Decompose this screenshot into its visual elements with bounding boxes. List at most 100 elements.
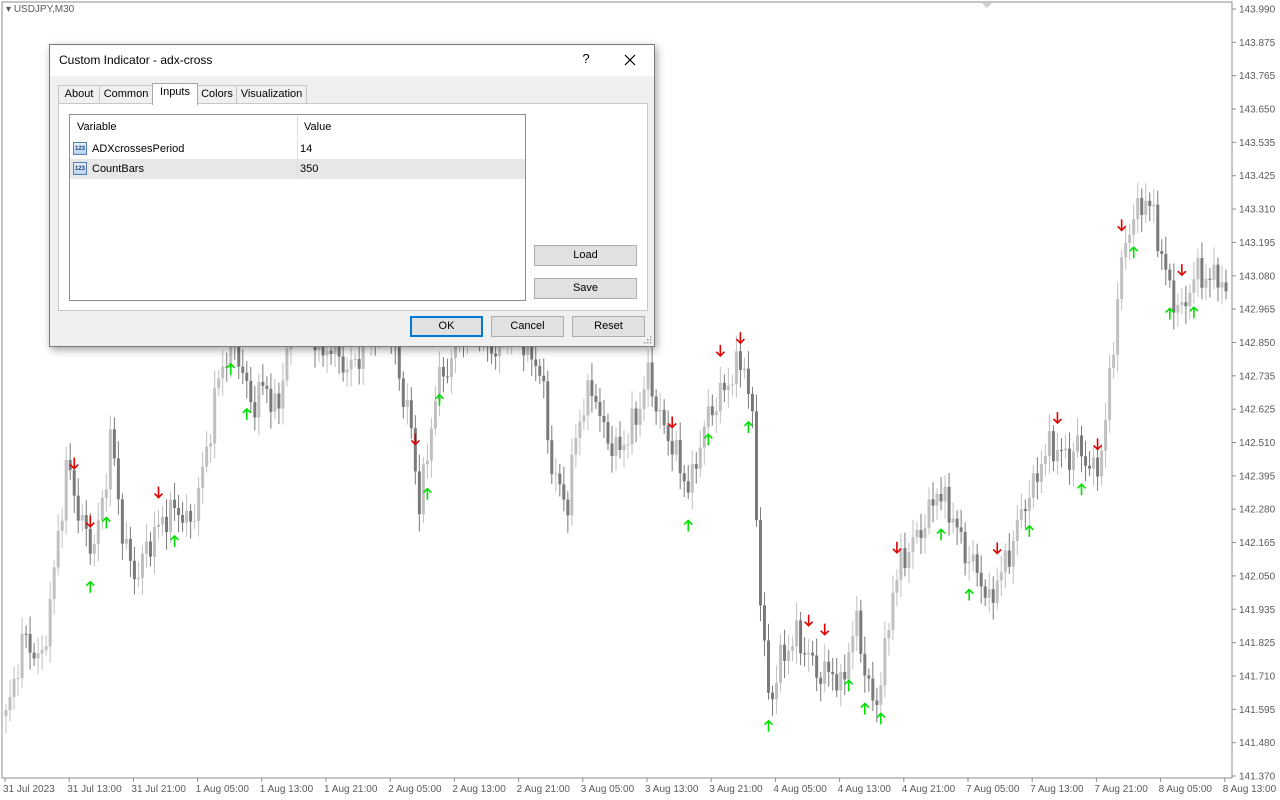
candle-body: [742, 368, 746, 371]
candle-body: [734, 351, 738, 385]
candle-body: [971, 554, 975, 562]
candle-body: [1112, 354, 1116, 368]
candle-body: [622, 444, 626, 451]
candle-body: [706, 406, 710, 427]
sell-arrow-icon: [992, 542, 1002, 555]
tab-inputs[interactable]: Inputs: [152, 83, 198, 105]
inputs-panel: Variable Value 123 ADXcrossesPeriod 14 1…: [58, 103, 648, 311]
variable-value[interactable]: 350: [300, 159, 318, 179]
candle-body: [177, 507, 181, 516]
candle-body: [1224, 282, 1228, 292]
variable-value[interactable]: 14: [300, 139, 312, 159]
candle-body: [124, 538, 128, 544]
time-label: 4 Aug 13:00: [838, 784, 892, 795]
symbol-text: USDJPY,M30: [13, 4, 75, 15]
candle-body: [136, 577, 140, 580]
candle-body: [542, 375, 546, 382]
candle-body: [28, 634, 32, 653]
tab-common[interactable]: Common: [99, 85, 153, 104]
candle-body: [92, 543, 96, 554]
candle-body: [646, 362, 650, 390]
time-label: 31 Jul 13:00: [67, 784, 122, 795]
candle-body: [871, 678, 875, 701]
candle-body: [879, 685, 883, 705]
candle-body: [686, 481, 690, 493]
candle-body: [441, 366, 445, 377]
price-label: 142.965: [1239, 305, 1276, 316]
buy-arrow-icon: [226, 362, 236, 375]
candle-body: [582, 415, 586, 422]
candle-body: [819, 677, 823, 684]
candle-body: [108, 429, 112, 490]
candle-body: [88, 528, 92, 554]
table-row[interactable]: 123 CountBars 350: [70, 159, 525, 179]
tab-about[interactable]: About: [58, 85, 100, 104]
candle-body: [566, 499, 570, 516]
candle-body: [397, 347, 401, 379]
candle-body: [1216, 264, 1220, 288]
candle-body: [955, 518, 959, 528]
candle-body: [193, 521, 197, 523]
candle-body: [791, 646, 795, 651]
candle-body: [1039, 464, 1043, 482]
candle-body: [40, 649, 44, 654]
candle-body: [1071, 451, 1075, 470]
candle-body: [357, 358, 361, 369]
candle-body: [165, 516, 169, 533]
time-label: 2 Aug 13:00: [452, 784, 506, 795]
candle-body: [349, 359, 353, 370]
candle-body: [1023, 509, 1027, 512]
candle-body: [329, 350, 333, 354]
price-label: 143.080: [1239, 271, 1276, 282]
candle-body: [1003, 550, 1007, 573]
ok-button[interactable]: OK: [410, 316, 483, 337]
close-button[interactable]: [616, 49, 644, 71]
candle-body: [762, 605, 766, 641]
candle-body: [690, 464, 694, 493]
candle-body: [116, 458, 120, 500]
candle-body: [52, 567, 56, 600]
help-button[interactable]: ?: [578, 51, 594, 69]
time-label: 1 Aug 05:00: [196, 784, 250, 795]
resize-grip-icon[interactable]: [644, 336, 652, 344]
tab-visualization[interactable]: Visualization: [236, 85, 307, 104]
candle-body: [618, 436, 622, 451]
candle-body: [1176, 305, 1180, 313]
candle-body: [48, 599, 52, 647]
price-label: 142.850: [1239, 338, 1276, 349]
candle-body: [550, 440, 554, 475]
candle-body: [670, 440, 674, 455]
candle-body: [1076, 435, 1080, 452]
tab-colors[interactable]: Colors: [197, 85, 237, 104]
table-row[interactable]: 123 ADXcrossesPeriod 14: [70, 139, 525, 159]
load-button[interactable]: Load: [534, 245, 637, 266]
candle-body: [803, 653, 807, 655]
buy-arrow-icon: [860, 702, 870, 715]
candle-body: [257, 381, 261, 418]
integer-type-icon: 123: [73, 162, 87, 175]
candle-body: [148, 541, 152, 557]
candle-body: [221, 366, 225, 379]
dialog-title: Custom Indicator - adx-cross: [59, 53, 213, 67]
price-label: 141.825: [1239, 638, 1276, 649]
column-header-value[interactable]: Value: [297, 115, 525, 137]
buy-arrow-icon: [743, 420, 753, 433]
candle-body: [277, 393, 281, 409]
candle-body: [401, 378, 405, 407]
candle-body: [76, 495, 80, 521]
candle-body: [750, 393, 754, 412]
reset-button[interactable]: Reset: [572, 316, 645, 337]
candle-body: [433, 400, 437, 429]
candle-body: [120, 499, 124, 544]
dialog-titlebar[interactable]: Custom Indicator - adx-cross ?: [50, 45, 654, 76]
buy-arrow-icon: [1024, 524, 1034, 537]
candle-body: [285, 348, 289, 381]
candle-body: [570, 454, 574, 516]
save-button[interactable]: Save: [534, 278, 637, 299]
column-header-variable[interactable]: Variable: [70, 115, 297, 137]
variable-name: CountBars: [92, 163, 144, 175]
symbol-dropdown-icon[interactable]: ▾: [6, 4, 11, 15]
cancel-button[interactable]: Cancel: [491, 316, 564, 337]
candle-body: [56, 530, 60, 568]
candle-body: [1128, 234, 1132, 243]
